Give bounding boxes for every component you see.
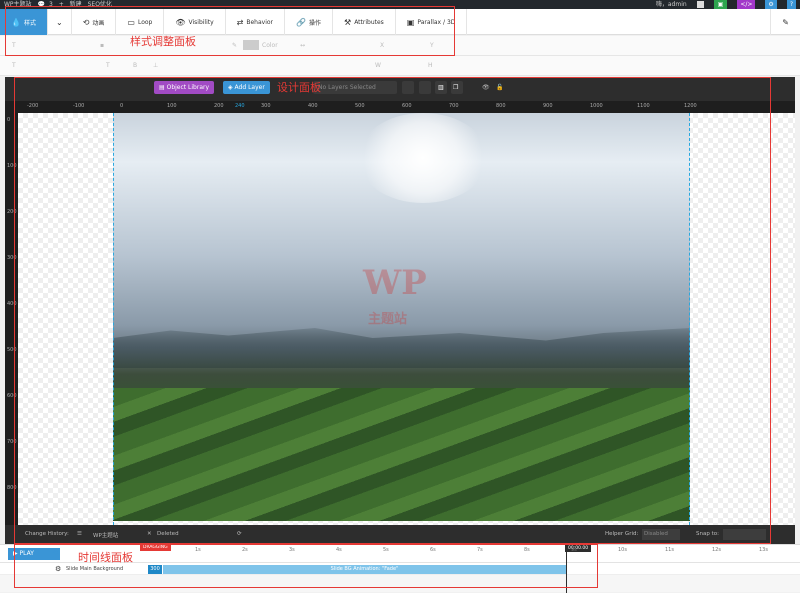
timeline-tick: 11s bbox=[665, 547, 674, 553]
user-greeting[interactable]: 嗨，admin bbox=[656, 0, 687, 9]
ruler-tick: 0 bbox=[7, 117, 11, 123]
text-size-icon: T bbox=[106, 62, 110, 69]
style-panel-highlight bbox=[5, 6, 455, 56]
help-icon[interactable]: ? bbox=[786, 0, 796, 9]
design-panel-highlight bbox=[14, 77, 771, 544]
pin-icon: ✎ bbox=[782, 17, 789, 27]
w-label: W bbox=[375, 62, 381, 69]
bold-icon: B bbox=[133, 62, 138, 69]
timeline-tick: 12s bbox=[712, 547, 721, 553]
line-height-icon: ⊥ bbox=[153, 62, 159, 69]
code-icon[interactable]: </> bbox=[737, 0, 756, 9]
timeline-panel-label: 时间线面板 bbox=[78, 551, 133, 564]
text-icon: T bbox=[12, 62, 16, 69]
save-icon[interactable]: ▣ bbox=[713, 0, 728, 9]
timeline-tick: 13s bbox=[759, 547, 768, 553]
avatar bbox=[696, 1, 704, 8]
design-panel-label: 设计面板 bbox=[277, 81, 321, 94]
h-label: H bbox=[428, 62, 433, 69]
tab-pin[interactable]: ✎ bbox=[770, 9, 800, 35]
style-toolbar-row-2: T T B ⊥ W H bbox=[0, 56, 800, 76]
timeline-tick: 10s bbox=[618, 547, 627, 553]
gear-icon[interactable]: ⚙ bbox=[765, 0, 777, 9]
style-panel-label: 样式调整面板 bbox=[130, 35, 196, 48]
